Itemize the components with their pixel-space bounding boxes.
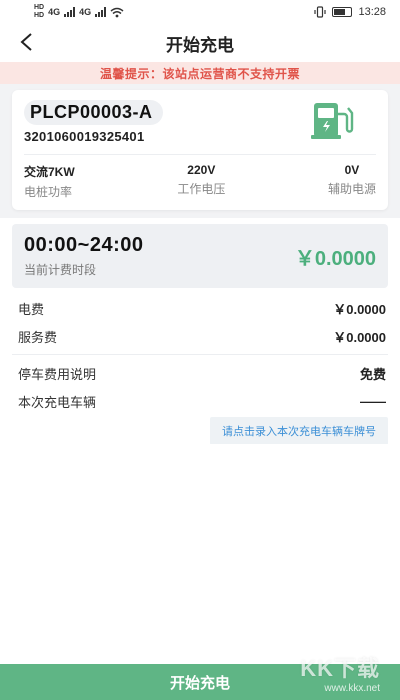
chevron-left-icon [20,33,32,51]
network-2-label: 4G [79,7,92,17]
signal-area: HD HD 4G 4G [34,4,124,20]
page-title: 开始充电 [166,35,234,55]
clock: 13:28 [358,6,386,18]
signal-2-icon [95,7,107,17]
pile-code: PLCP00003-A [24,100,163,125]
divider [12,354,388,355]
wifi-icon [110,7,124,17]
back-button[interactable] [14,30,38,54]
page-header: 开始充电 [0,24,400,62]
pile-serial: 3201060019325401 [24,129,145,144]
period-price: ￥0.0000 [294,247,376,270]
status-right: 13:28 [314,6,386,18]
vehicle-row[interactable]: 本次充电车辆 —— [12,387,388,415]
spec-power: 交流7KW 电桩功率 [24,165,75,199]
pile-card: PLCP00003-A 3201060019325401 交流7KW 电桩功率 … [12,90,388,210]
fee-row-electricity: 电费 ￥0.0000 [18,301,386,317]
invoice-notice: 温馨提示：该站点运营商不支持开票 [0,62,400,84]
blank-area [0,444,400,664]
sim1-label: HD [34,4,45,11]
fee-row-service: 服务费 ￥0.0000 [18,329,386,345]
vibrate-icon [314,6,327,18]
spec-aux-power: 0V 辅助电源 [327,163,376,196]
watermark: KK下载 www.kkx.net [300,656,380,694]
parking-fee-row[interactable]: 停车费用说明 免费 [12,359,388,387]
network-1-label: 4G [48,7,61,17]
billing-period: 00:00~24:00 当前计费时段 ￥0.0000 [12,224,388,288]
period-time: 00:00~24:00 [24,234,144,256]
battery-icon [332,7,353,17]
status-bar: HD HD 4G 4G 13:28 [0,0,400,24]
signal-1-icon [64,7,76,17]
spec-voltage: 220V 工作电压 [177,163,226,196]
period-label: 当前计费时段 [24,263,97,277]
fee-section: 00:00~24:00 当前计费时段 ￥0.0000 电费 ￥0.0000 服务… [0,218,400,457]
enter-plate-button[interactable]: 请点击录入本次充电车辆车牌号 [210,417,388,445]
charging-pile-icon [311,103,354,139]
sim2-label: HD [34,12,45,19]
pile-specs: 交流7KW 电桩功率 220V 工作电压 0V 辅助电源 [24,154,376,200]
